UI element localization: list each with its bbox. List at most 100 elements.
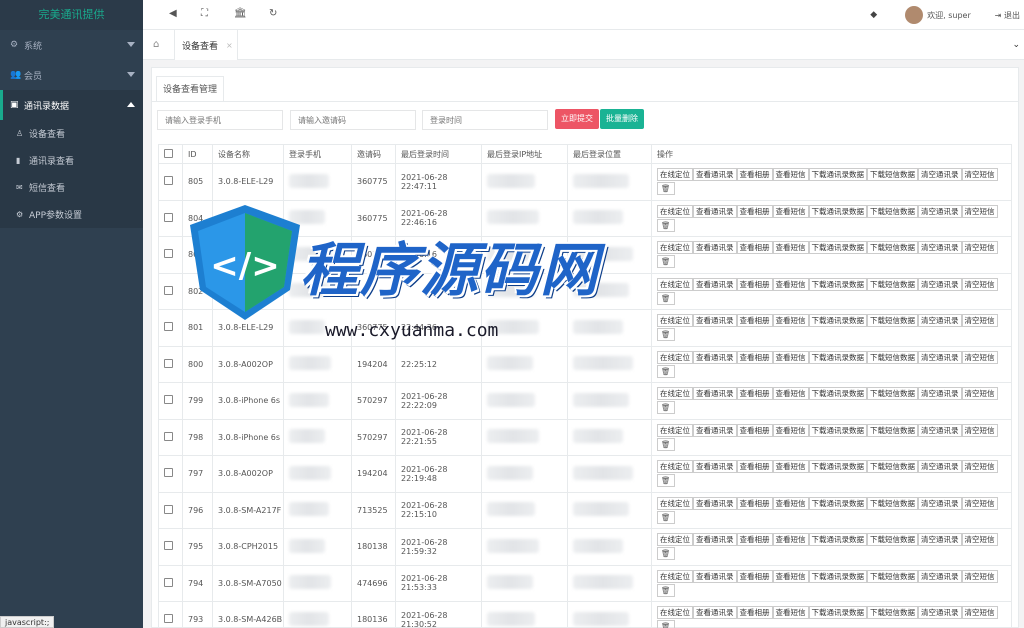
- row-checkbox[interactable]: [164, 431, 173, 441]
- row-action-button[interactable]: 清空短信: [961, 533, 998, 547]
- row-action-button[interactable]: 清空短信: [961, 569, 998, 583]
- row-action-button[interactable]: 下载通讯录数据: [808, 387, 867, 401]
- row-action-button[interactable]: 查看通讯录: [693, 387, 737, 401]
- invite-code-search-input[interactable]: [290, 110, 416, 130]
- sidebar-subitem-sms-view[interactable]: ✉ 短信查看: [0, 174, 143, 201]
- trash-icon[interactable]: 🗑: [657, 401, 675, 415]
- row-action-button[interactable]: 下载短信数据: [867, 423, 918, 437]
- row-action-button[interactable]: 在线定位: [657, 204, 693, 218]
- tag-icon[interactable]: ◆: [870, 10, 877, 20]
- row-action-button[interactable]: 下载通讯录数据: [808, 168, 867, 182]
- row-action-button[interactable]: 查看通讯录: [693, 569, 737, 583]
- trash-icon[interactable]: 🗑: [657, 583, 675, 597]
- phone-search-input[interactable]: [157, 110, 283, 130]
- row-action-button[interactable]: 查看相册: [736, 314, 773, 328]
- row-action-button[interactable]: 清空短信: [961, 314, 998, 328]
- row-action-button[interactable]: 清空通讯录: [918, 460, 962, 474]
- row-action-button[interactable]: 清空通讯录: [918, 569, 962, 583]
- row-action-button[interactable]: 下载通讯录数据: [808, 204, 867, 218]
- batch-delete-button[interactable]: 批量删除: [600, 109, 644, 129]
- row-action-button[interactable]: 下载通讯录数据: [808, 277, 867, 291]
- row-action-button[interactable]: 在线定位: [657, 460, 693, 474]
- row-action-button[interactable]: 查看短信: [772, 496, 809, 510]
- row-action-button[interactable]: 清空短信: [961, 277, 998, 291]
- row-checkbox[interactable]: [164, 358, 173, 368]
- row-action-button[interactable]: 查看通讯录: [693, 460, 737, 474]
- row-action-button[interactable]: 查看短信: [772, 569, 809, 583]
- trash-icon[interactable]: 🗑: [657, 364, 675, 378]
- logout-link[interactable]: ⇥ 退出: [995, 10, 1020, 21]
- row-checkbox[interactable]: [164, 176, 173, 186]
- row-checkbox[interactable]: [164, 541, 173, 551]
- row-action-button[interactable]: 下载短信数据: [867, 496, 918, 510]
- row-action-button[interactable]: 在线定位: [657, 533, 693, 547]
- row-checkbox[interactable]: [164, 468, 173, 478]
- row-action-button[interactable]: 清空通讯录: [918, 423, 962, 437]
- sidebar-item-contacts-data[interactable]: ▣ 通讯录数据: [0, 90, 143, 120]
- fullscreen-icon[interactable]: ⛶: [201, 8, 208, 19]
- row-checkbox[interactable]: [164, 212, 173, 222]
- row-action-button[interactable]: 清空短信: [961, 387, 998, 401]
- row-action-button[interactable]: 下载通讯录数据: [808, 496, 867, 510]
- row-action-button[interactable]: 查看相册: [736, 168, 773, 182]
- row-action-button[interactable]: 查看相册: [736, 496, 773, 510]
- row-action-button[interactable]: 查看短信: [772, 460, 809, 474]
- row-action-button[interactable]: 查看相册: [736, 204, 773, 218]
- row-action-button[interactable]: 下载短信数据: [867, 533, 918, 547]
- login-time-input[interactable]: [422, 110, 548, 130]
- trash-icon[interactable]: 🗑: [657, 182, 675, 196]
- trash-icon[interactable]: 🗑: [657, 218, 675, 232]
- row-action-button[interactable]: 清空通讯录: [918, 350, 962, 364]
- row-action-button[interactable]: 下载短信数据: [867, 204, 918, 218]
- sidebar-subitem-contacts-view[interactable]: ▮ 通讯录查看: [0, 147, 143, 174]
- row-action-button[interactable]: 查看通讯录: [693, 241, 737, 255]
- row-action-button[interactable]: 查看相册: [736, 277, 773, 291]
- panel-tab-title[interactable]: 设备查看管理: [156, 76, 225, 102]
- trash-icon[interactable]: 🗑: [657, 547, 675, 561]
- row-action-button[interactable]: 下载通讯录数据: [808, 569, 867, 583]
- row-action-button[interactable]: 清空短信: [961, 496, 998, 510]
- trash-icon[interactable]: 🗑: [657, 620, 675, 628]
- trash-icon[interactable]: 🗑: [657, 437, 675, 451]
- row-action-button[interactable]: 下载短信数据: [867, 460, 918, 474]
- trash-icon[interactable]: 🗑: [657, 328, 675, 342]
- bank-icon[interactable]: 🏛: [234, 8, 247, 19]
- row-action-button[interactable]: 清空短信: [961, 606, 998, 620]
- row-action-button[interactable]: 查看通讯录: [693, 606, 737, 620]
- close-icon[interactable]: ×: [226, 41, 233, 50]
- tab-device-view[interactable]: 设备查看 ×: [174, 30, 238, 60]
- row-action-button[interactable]: 查看通讯录: [693, 350, 737, 364]
- row-action-button[interactable]: 下载通讯录数据: [808, 423, 867, 437]
- row-action-button[interactable]: 清空通讯录: [918, 314, 962, 328]
- row-action-button[interactable]: 下载通讯录数据: [808, 606, 867, 620]
- row-action-button[interactable]: 下载短信数据: [867, 387, 918, 401]
- row-action-button[interactable]: 下载短信数据: [867, 350, 918, 364]
- row-action-button[interactable]: 清空通讯录: [918, 241, 962, 255]
- refresh-icon[interactable]: ↻: [269, 8, 277, 19]
- home-icon[interactable]: ⌂: [153, 39, 164, 50]
- row-action-button[interactable]: 下载短信数据: [867, 314, 918, 328]
- row-action-button[interactable]: 清空通讯录: [918, 168, 962, 182]
- row-action-button[interactable]: 在线定位: [657, 496, 693, 510]
- row-action-button[interactable]: 查看短信: [772, 314, 809, 328]
- row-action-button[interactable]: 查看相册: [736, 387, 773, 401]
- row-action-button[interactable]: 查看相册: [736, 606, 773, 620]
- row-checkbox[interactable]: [164, 504, 173, 514]
- row-action-button[interactable]: 查看通讯录: [693, 423, 737, 437]
- avatar[interactable]: [905, 6, 924, 24]
- row-action-button[interactable]: 查看短信: [772, 241, 809, 255]
- row-action-button[interactable]: 在线定位: [657, 350, 693, 364]
- sidebar-subitem-device-view[interactable]: ♙ 设备查看: [0, 120, 143, 147]
- submit-button[interactable]: 立即提交: [555, 109, 599, 129]
- row-action-button[interactable]: 查看通讯录: [693, 496, 737, 510]
- row-action-button[interactable]: 查看短信: [772, 350, 809, 364]
- row-action-button[interactable]: 查看相册: [736, 569, 773, 583]
- row-action-button[interactable]: 下载通讯录数据: [808, 314, 867, 328]
- row-action-button[interactable]: 在线定位: [657, 387, 693, 401]
- row-action-button[interactable]: 清空通讯录: [918, 533, 962, 547]
- row-action-button[interactable]: 查看相册: [736, 350, 773, 364]
- row-action-button[interactable]: 查看短信: [772, 387, 809, 401]
- row-action-button[interactable]: 在线定位: [657, 168, 693, 182]
- row-checkbox[interactable]: [164, 395, 173, 405]
- row-action-button[interactable]: 在线定位: [657, 606, 693, 620]
